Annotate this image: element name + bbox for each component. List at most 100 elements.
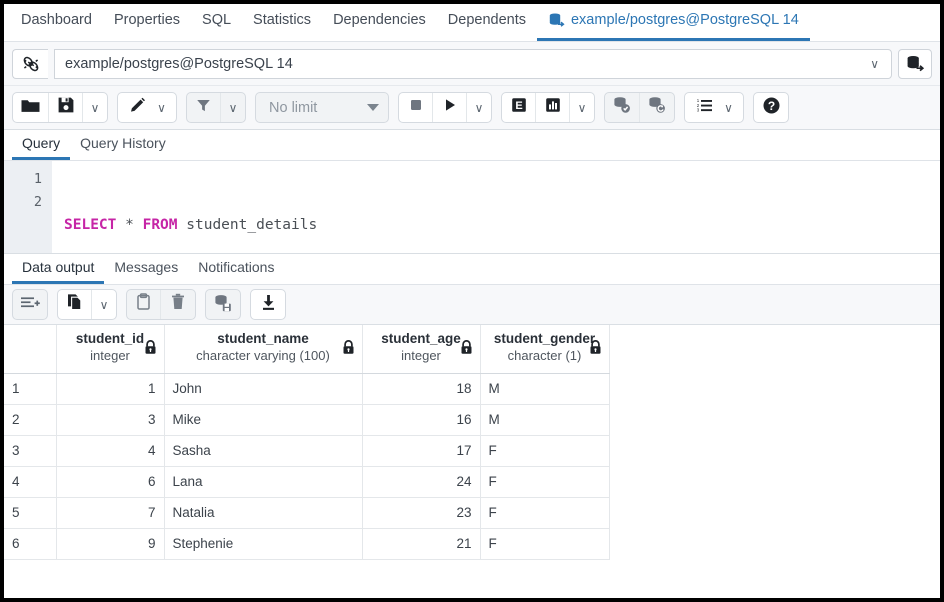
column-header-student-age[interactable]: student_age integer	[362, 325, 480, 373]
edit-dropdown[interactable]: ∨	[152, 93, 176, 122]
cell-student-id[interactable]: 7	[56, 497, 164, 528]
macros-dropdown[interactable]: ∨	[719, 93, 743, 122]
funnel-filter-icon	[195, 97, 212, 119]
cell-student-age[interactable]: 18	[362, 373, 480, 404]
filter-dropdown[interactable]: ∨	[221, 93, 245, 122]
cell-student-age[interactable]: 24	[362, 466, 480, 497]
table-row[interactable]: 2 3 Mike 16 M	[4, 404, 609, 435]
cell-student-id[interactable]: 4	[56, 435, 164, 466]
table-row[interactable]: 3 4 Sasha 17 F	[4, 435, 609, 466]
copy-group: ∨	[57, 289, 117, 320]
tab-sql[interactable]: SQL	[191, 7, 242, 41]
cell-student-gender[interactable]: F	[480, 435, 609, 466]
sql-line-1: SELECT * FROM student_details	[64, 214, 940, 237]
download-button[interactable]	[251, 290, 285, 319]
tab-dependencies[interactable]: Dependencies	[322, 7, 437, 41]
sql-editor[interactable]: 1 2 SELECT * FROM student_details WHERE …	[4, 161, 940, 254]
rollback-button[interactable]	[640, 93, 674, 122]
copy-rows-button[interactable]	[58, 290, 92, 319]
line-number-gutter: 1 2	[4, 161, 52, 253]
column-header-student-id[interactable]: student_id integer	[56, 325, 164, 373]
filter-button[interactable]	[187, 93, 221, 122]
tab-data-output[interactable]: Data output	[12, 256, 104, 284]
copy-dropdown[interactable]: ∨	[92, 290, 116, 319]
column-type: integer	[371, 347, 472, 364]
tab-dashboard[interactable]: Dashboard	[10, 7, 103, 41]
open-file-button[interactable]	[13, 93, 49, 122]
cell-student-gender[interactable]: M	[480, 404, 609, 435]
row-limit-select[interactable]: No limit	[255, 92, 389, 123]
cell-student-gender[interactable]: F	[480, 528, 609, 559]
help-button[interactable]: ?	[754, 93, 788, 122]
explain-button[interactable]: E	[502, 93, 536, 122]
column-header-student-name[interactable]: student_name character varying (100)	[164, 325, 362, 373]
save-data-button[interactable]	[206, 290, 240, 319]
explain-e-icon: E	[510, 96, 528, 119]
cell-student-age[interactable]: 23	[362, 497, 480, 528]
sql-code-text[interactable]: SELECT * FROM student_details WHERE stud…	[52, 161, 940, 253]
cell-student-age[interactable]: 16	[362, 404, 480, 435]
chevron-down-icon: ∨	[724, 102, 733, 114]
table-row[interactable]: 6 9 Stephenie 21 F	[4, 528, 609, 559]
cell-student-name[interactable]: Natalia	[164, 497, 362, 528]
column-name: student_gender	[489, 330, 601, 347]
cell-student-name[interactable]: Sasha	[164, 435, 362, 466]
cell-student-age[interactable]: 21	[362, 528, 480, 559]
cell-student-name[interactable]: Mike	[164, 404, 362, 435]
add-row-group	[12, 289, 48, 320]
cell-student-id[interactable]: 1	[56, 373, 164, 404]
commit-button[interactable]	[605, 93, 640, 122]
cell-student-gender[interactable]: F	[480, 466, 609, 497]
list-macros-icon: 1 2 3	[696, 97, 715, 119]
line-number: 2	[4, 191, 52, 214]
execute-button-group: ∨	[398, 92, 492, 123]
tab-dependents[interactable]: Dependents	[437, 7, 537, 41]
tab-properties[interactable]: Properties	[103, 7, 191, 41]
stop-query-button[interactable]	[399, 93, 433, 122]
edit-button[interactable]	[118, 93, 152, 122]
tab-statistics[interactable]: Statistics	[242, 7, 322, 41]
cell-student-id[interactable]: 6	[56, 466, 164, 497]
connection-select[interactable]: example/postgres@PostgreSQL 14 ∨	[54, 49, 892, 79]
paste-delete-group	[126, 289, 196, 320]
tab-dependencies-label: Dependencies	[333, 12, 426, 28]
execute-dropdown[interactable]: ∨	[467, 93, 491, 122]
database-connect-button[interactable]	[898, 49, 932, 79]
table-row[interactable]: 4 6 Lana 24 F	[4, 466, 609, 497]
execute-query-button[interactable]	[433, 93, 467, 122]
explain-analyze-button[interactable]	[536, 93, 570, 122]
cell-student-gender[interactable]: F	[480, 497, 609, 528]
floppy-save-icon	[57, 96, 75, 119]
add-row-button[interactable]	[13, 290, 47, 319]
tab-query[interactable]: Query	[12, 132, 70, 160]
column-type: integer	[65, 347, 156, 364]
cell-student-id[interactable]: 3	[56, 404, 164, 435]
tab-query-label: Query	[22, 135, 60, 151]
object-tab-strip: Dashboard Properties SQL Statistics Depe…	[4, 4, 940, 42]
cell-student-name[interactable]: Lana	[164, 466, 362, 497]
tab-query-history[interactable]: Query History	[70, 132, 176, 160]
save-file-dropdown[interactable]: ∨	[83, 93, 107, 122]
connection-link-icon[interactable]	[12, 49, 48, 79]
tab-query-history-label: Query History	[80, 135, 166, 151]
column-header-student-gender[interactable]: student_gender character (1)	[480, 325, 609, 373]
cell-student-name[interactable]: John	[164, 373, 362, 404]
data-output-grid-wrapper[interactable]: student_id integer student_nam	[4, 325, 940, 587]
cell-student-id[interactable]: 9	[56, 528, 164, 559]
tab-query-tool-session[interactable]: example/postgres@PostgreSQL 14	[537, 6, 810, 41]
delete-rows-button[interactable]	[161, 290, 195, 319]
cell-student-age[interactable]: 17	[362, 435, 480, 466]
cell-student-name[interactable]: Stephenie	[164, 528, 362, 559]
table-row[interactable]: 1 1 John 18 M	[4, 373, 609, 404]
cell-student-gender[interactable]: M	[480, 373, 609, 404]
output-tab-strip: Data output Messages Notifications	[4, 254, 940, 285]
tab-dashboard-label: Dashboard	[21, 12, 92, 28]
macros-button[interactable]: 1 2 3	[685, 93, 719, 122]
chevron-down-icon: ∨	[100, 299, 109, 311]
tab-messages[interactable]: Messages	[104, 256, 188, 284]
paste-button[interactable]	[127, 290, 161, 319]
tab-notifications[interactable]: Notifications	[188, 256, 284, 284]
save-file-button[interactable]	[49, 93, 83, 122]
explain-dropdown[interactable]: ∨	[570, 93, 594, 122]
table-row[interactable]: 5 7 Natalia 23 F	[4, 497, 609, 528]
